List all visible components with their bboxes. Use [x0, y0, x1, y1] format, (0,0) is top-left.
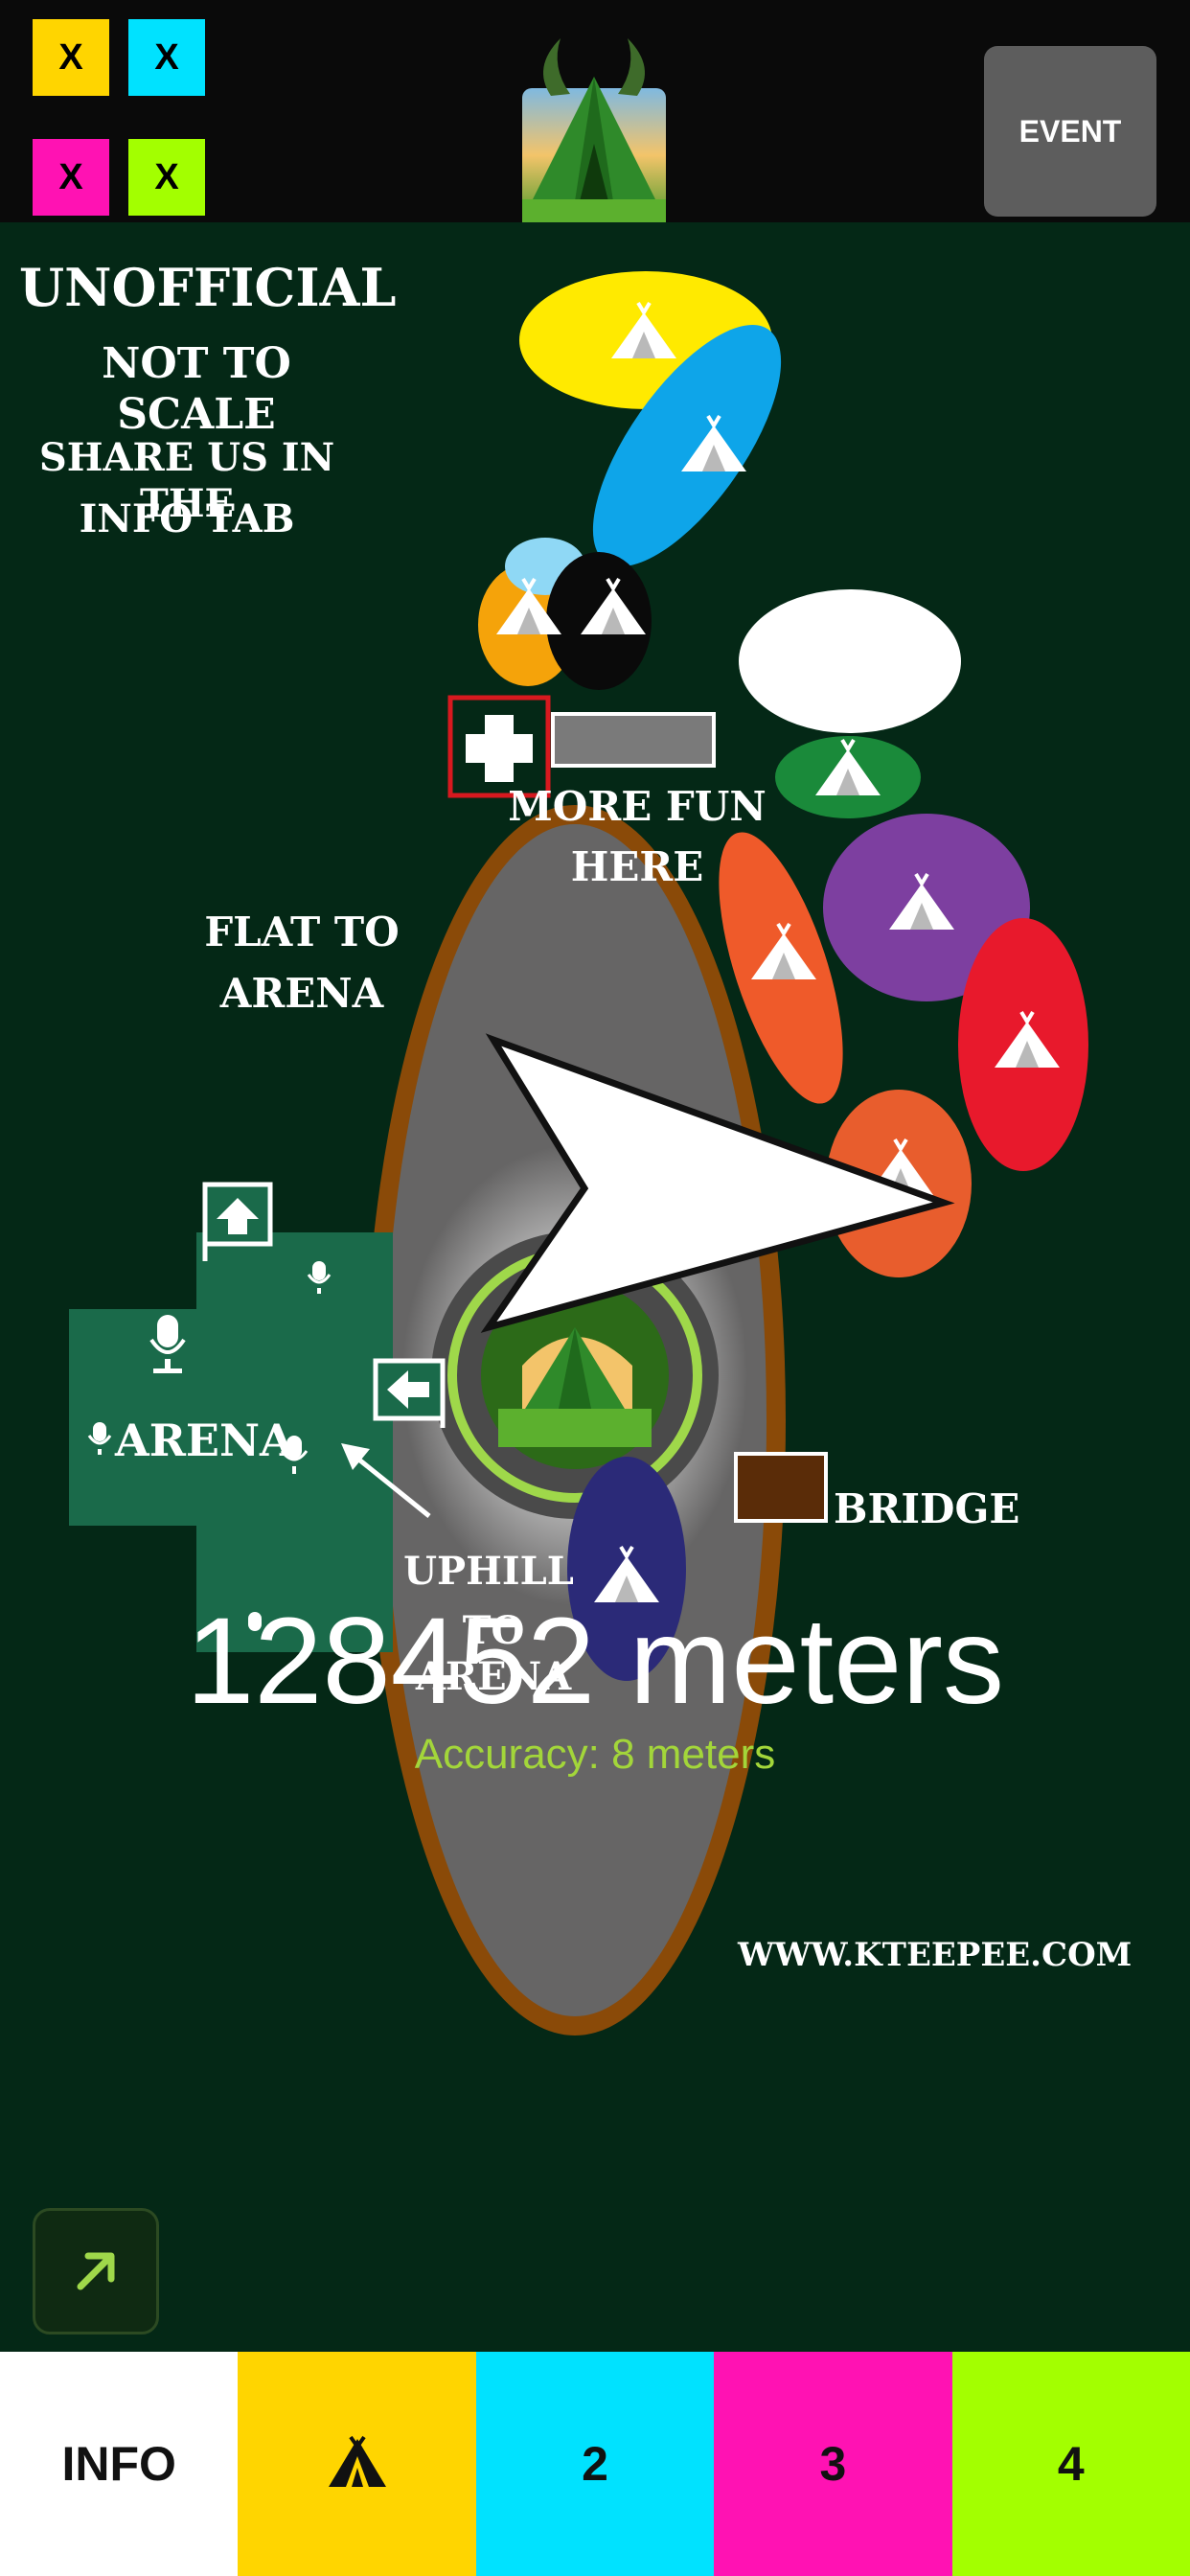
map-label-more-fun-line2: HERE [570, 843, 704, 890]
group-toggle-magenta[interactable]: X [33, 139, 109, 216]
bottom-tab-bar: INFO 2 3 4 [0, 2352, 1190, 2576]
distance-readout: 128452 meters [186, 1593, 1004, 1730]
top-bar: X X X X EVENT [0, 0, 1190, 222]
expand-button[interactable] [33, 2208, 159, 2334]
tab-2[interactable]: 2 [475, 2352, 715, 2576]
app-logo [522, 38, 666, 222]
group-toggle-yellow[interactable]: X [33, 19, 109, 96]
info-bar [551, 712, 716, 768]
bridge-box [734, 1452, 828, 1523]
event-button[interactable]: EVENT [984, 46, 1156, 217]
map-label-uphill-line1: UPHILL [403, 1549, 574, 1594]
group-toggle-cyan[interactable]: X [128, 19, 205, 96]
map-label-bridge: BRIDGE [834, 1485, 1020, 1532]
accuracy-readout: Accuracy: 8 meters [414, 1731, 776, 1778]
map-note-unofficial: UNOFFICIAL [19, 257, 397, 318]
exit-sign-left-icon [373, 1358, 446, 1428]
tent-icon [328, 2435, 386, 2487]
arrow-up-right-icon [77, 2252, 115, 2290]
map-label-flat-line1: FLAT TO [204, 908, 400, 955]
map-label-more-fun-line1: MORE FUN [508, 783, 767, 830]
tab-campsite[interactable] [238, 2352, 476, 2576]
group-toggle-green[interactable]: X [128, 139, 205, 216]
first-aid-icon [466, 715, 533, 782]
map-label-arena: ARENA [115, 1414, 294, 1466]
tab-4[interactable]: 4 [951, 2352, 1190, 2576]
camp-white [739, 589, 961, 733]
tab-3[interactable]: 3 [714, 2352, 952, 2576]
map-note-share-line2: INFO TAB [79, 496, 295, 541]
festival-map[interactable]: UNOFFICIAL NOT TO SCALE SHARE US IN THE … [0, 222, 1190, 2352]
map-label-website: WWW.KTEEPEE.COM [738, 1936, 1133, 1974]
map-label-flat-line2: ARENA [219, 970, 384, 1017]
map-note-not-to-scale: NOT TO SCALE [102, 339, 291, 439]
tab-info[interactable]: INFO [0, 2352, 239, 2576]
